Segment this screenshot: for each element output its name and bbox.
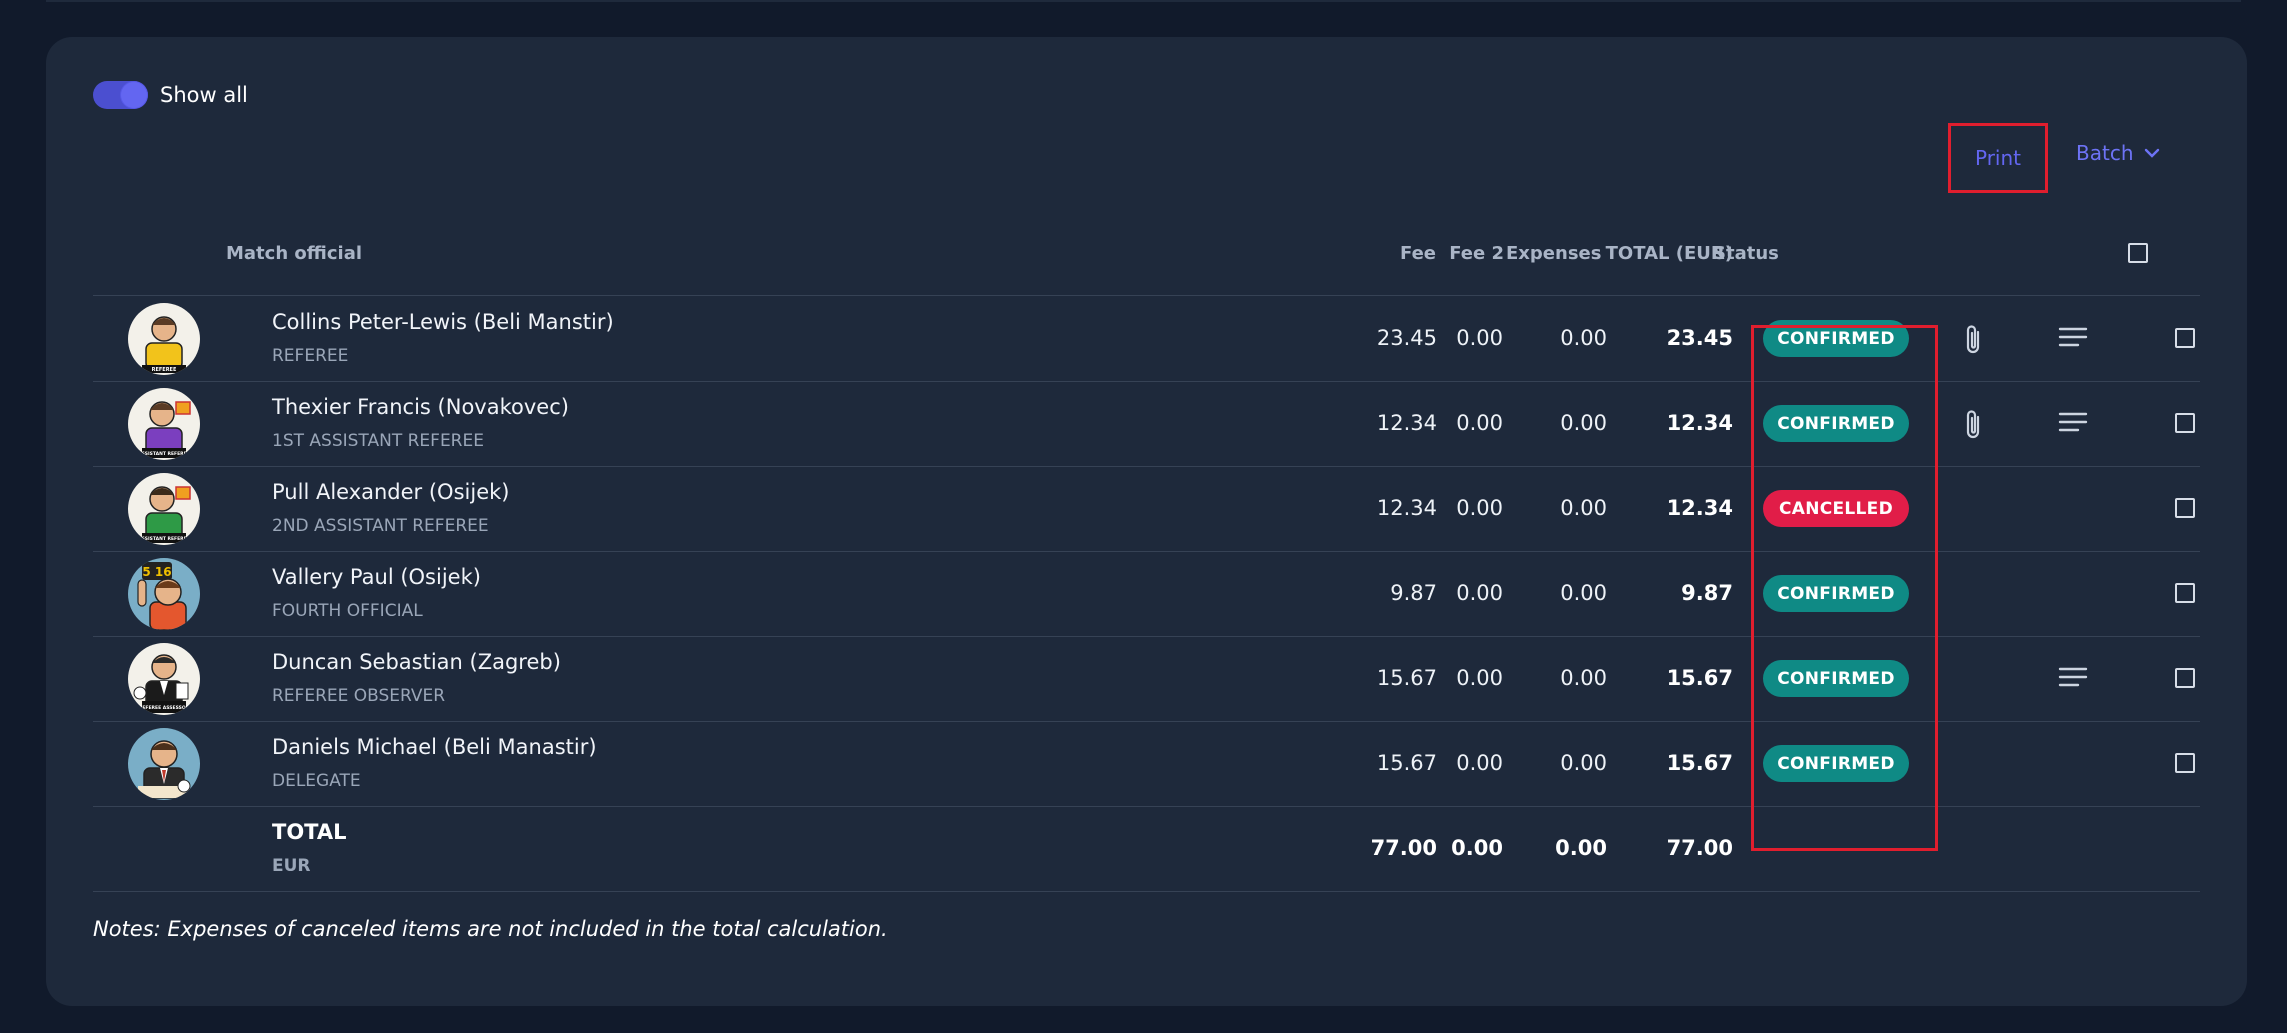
total-label: TOTAL [272, 820, 347, 844]
show-all-toggle[interactable] [93, 81, 148, 109]
avatar [128, 728, 200, 800]
fee2-value: 0.00 [1456, 496, 1503, 520]
official-name: Daniels Michael (Beli Manastir) [272, 735, 597, 759]
header-fee: Fee [1400, 243, 1436, 264]
expenses-value: 0.00 [1560, 666, 1607, 690]
expenses-value: 0.00 [1560, 496, 1607, 520]
row-checkbox[interactable] [2175, 413, 2195, 433]
chevron-down-icon [2144, 148, 2159, 158]
table-row: REFEREE Collins Peter-Lewis (Beli Mansti… [93, 296, 2200, 381]
top-divider [46, 0, 2241, 2]
attachment-icon[interactable] [1963, 407, 1983, 445]
official-role: 1ST ASSISTANT REFEREE [272, 431, 484, 451]
svg-text:REFEREE ASSESSOR: REFEREE ASSESSOR [139, 705, 190, 711]
official-role: REFEREE OBSERVER [272, 686, 446, 706]
select-all-checkbox[interactable] [2128, 243, 2148, 263]
notes-icon[interactable] [2058, 326, 2088, 352]
assistant-referee-avatar-icon: ASSISTANT REFEREE [138, 401, 191, 458]
total-expenses: 0.00 [1555, 836, 1607, 860]
batch-label: Batch [2076, 141, 2134, 165]
official-name: Duncan Sebastian (Zagreb) [272, 650, 561, 674]
total-value: 15.67 [1666, 666, 1733, 690]
officials-card: Show all Print Batch Match official Fee … [46, 37, 2247, 1006]
total-currency: EUR [272, 856, 311, 876]
show-all-label: Show all [160, 83, 248, 107]
official-name: Vallery Paul (Osijek) [272, 565, 481, 589]
status-badge: CONFIRMED [1763, 660, 1909, 697]
svg-text:5 16: 5 16 [142, 565, 171, 579]
table-row: REFEREE ASSESSOR Duncan Sebastian (Zagre… [93, 636, 2200, 721]
avatar: REFEREE [128, 303, 200, 375]
row-divider [93, 891, 2200, 892]
notes-icon[interactable] [2058, 666, 2088, 692]
table-row: ASSISTANT REFEREE Pull Alexander (Osijek… [93, 466, 2200, 551]
expenses-value: 0.00 [1560, 751, 1607, 775]
status-badge: CONFIRMED [1763, 405, 1909, 442]
batch-dropdown-button[interactable]: Batch [2076, 141, 2160, 165]
status-badge: CONFIRMED [1763, 745, 1909, 782]
official-name: Thexier Francis (Novakovec) [272, 395, 569, 419]
avatar: REFEREE ASSESSOR [128, 643, 200, 715]
assistant-referee-avatar-icon: ASSISTANT REFEREE [138, 486, 191, 543]
fee2-value: 0.00 [1456, 666, 1503, 690]
fee2-value: 0.00 [1456, 751, 1503, 775]
svg-text:REFEREE: REFEREE [152, 367, 177, 373]
status-badge: CANCELLED [1763, 490, 1909, 527]
expenses-value: 0.00 [1560, 411, 1607, 435]
total-fee2: 0.00 [1451, 836, 1503, 860]
row-checkbox[interactable] [2175, 328, 2195, 348]
fourth-official-avatar-icon: 5 16 [137, 562, 187, 630]
fee2-value: 0.00 [1456, 326, 1503, 350]
official-role: REFEREE [272, 346, 349, 366]
totals-row: TOTAL EUR 77.00 0.00 0.00 77.00 [93, 806, 2200, 891]
header-fee2: Fee 2 [1449, 243, 1504, 264]
official-role: DELEGATE [272, 771, 361, 791]
table-row: 5 16 Vallery Paul (Osijek) FOURTH OFFICI… [93, 551, 2200, 636]
attachment-icon[interactable] [1963, 322, 1983, 360]
row-checkbox[interactable] [2175, 498, 2195, 518]
svg-text:ASSISTANT REFEREE: ASSISTANT REFEREE [138, 536, 190, 542]
avatar: ASSISTANT REFEREE [128, 473, 200, 545]
row-checkbox[interactable] [2175, 668, 2195, 688]
fee2-value: 0.00 [1456, 581, 1503, 605]
table-row: Daniels Michael (Beli Manastir) DELEGATE… [93, 721, 2200, 806]
expenses-value: 0.00 [1560, 581, 1607, 605]
row-checkbox[interactable] [2175, 583, 2195, 603]
notes-icon[interactable] [2058, 411, 2088, 437]
header-match-official: Match official [226, 243, 363, 264]
status-badge: CONFIRMED [1763, 575, 1909, 612]
fee2-value: 0.00 [1456, 411, 1503, 435]
svg-text:ASSISTANT REFEREE: ASSISTANT REFEREE [138, 451, 190, 457]
total-value: 23.45 [1666, 326, 1733, 350]
total-value: 15.67 [1666, 751, 1733, 775]
print-button[interactable]: Print [1948, 123, 2048, 193]
total-value: 12.34 [1666, 411, 1733, 435]
total-value: 9.87 [1681, 581, 1733, 605]
official-role: 2ND ASSISTANT REFEREE [272, 516, 489, 536]
show-all-toggle-row: Show all [93, 81, 248, 109]
official-role: FOURTH OFFICIAL [272, 601, 423, 621]
status-badge: CONFIRMED [1763, 320, 1909, 357]
total-sum: 77.00 [1666, 836, 1733, 860]
header-status: Status [1713, 243, 1779, 264]
referee-avatar-icon: REFEREE [142, 316, 186, 373]
avatar: 5 16 [128, 558, 200, 630]
toggle-knob [121, 82, 147, 108]
referee-assessor-avatar-icon: REFEREE ASSESSOR [133, 654, 190, 713]
official-name: Collins Peter-Lewis (Beli Manstir) [272, 310, 614, 334]
expenses-value: 0.00 [1560, 326, 1607, 350]
notes-text: Notes: Expenses of canceled items are no… [93, 917, 888, 941]
total-value: 12.34 [1666, 496, 1733, 520]
table-row: ASSISTANT REFEREE Thexier Francis (Novak… [93, 381, 2200, 466]
avatar: ASSISTANT REFEREE [128, 388, 200, 460]
official-name: Pull Alexander (Osijek) [272, 480, 510, 504]
header-total: TOTAL (EUR) [1605, 243, 1733, 264]
row-checkbox[interactable] [2175, 753, 2195, 773]
delegate-avatar-icon [138, 740, 191, 799]
